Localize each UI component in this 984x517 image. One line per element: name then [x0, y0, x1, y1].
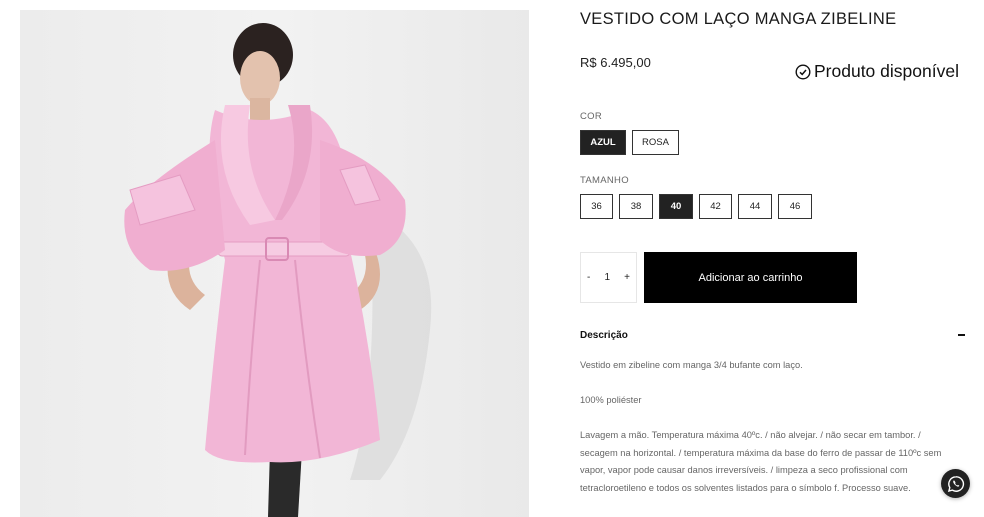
description-paragraph: Lavagem a mão. Temperatura máxima 40ºc. … — [580, 430, 942, 493]
size-option-44[interactable]: 44 — [738, 194, 772, 219]
availability-status: Produto disponível — [795, 61, 959, 82]
whatsapp-button[interactable] — [941, 469, 970, 498]
quantity-value[interactable]: 1 — [604, 272, 610, 283]
product-price: R$ 6.495,00 — [580, 55, 651, 70]
description-paragraph: Vestido em zibeline com manga 3/4 bufant… — [580, 360, 803, 370]
whatsapp-icon — [947, 475, 964, 492]
product-title: VESTIDO COM LAÇO MANGA ZIBELINE — [580, 10, 897, 28]
color-option-rosa[interactable]: ROSA — [632, 130, 679, 155]
quantity-increase-button[interactable]: + — [624, 272, 630, 283]
size-option-40[interactable]: 40 — [659, 194, 693, 219]
quantity-stepper: - 1 + — [580, 252, 637, 303]
size-label: TAMANHO — [580, 175, 629, 186]
color-option-azul[interactable]: AZUL — [580, 130, 626, 155]
size-option-36[interactable]: 36 — [580, 194, 613, 219]
availability-text: Produto disponível — [814, 61, 959, 81]
description-paragraph: 100% poliéster — [580, 395, 642, 405]
description-toggle[interactable]: Descrição — [580, 326, 965, 344]
check-circle-icon — [795, 63, 811, 80]
dress-illustration — [124, 23, 432, 517]
minus-icon — [958, 334, 965, 336]
size-option-38[interactable]: 38 — [619, 194, 653, 219]
add-to-cart-button[interactable]: Adicionar ao carrinho — [644, 252, 857, 303]
description-label: Descrição — [580, 329, 628, 341]
color-label: COR — [580, 111, 603, 122]
size-option-42[interactable]: 42 — [699, 194, 732, 219]
size-option-46[interactable]: 46 — [778, 194, 812, 219]
quantity-decrease-button[interactable]: - — [587, 272, 590, 283]
product-image[interactable] — [20, 10, 529, 517]
